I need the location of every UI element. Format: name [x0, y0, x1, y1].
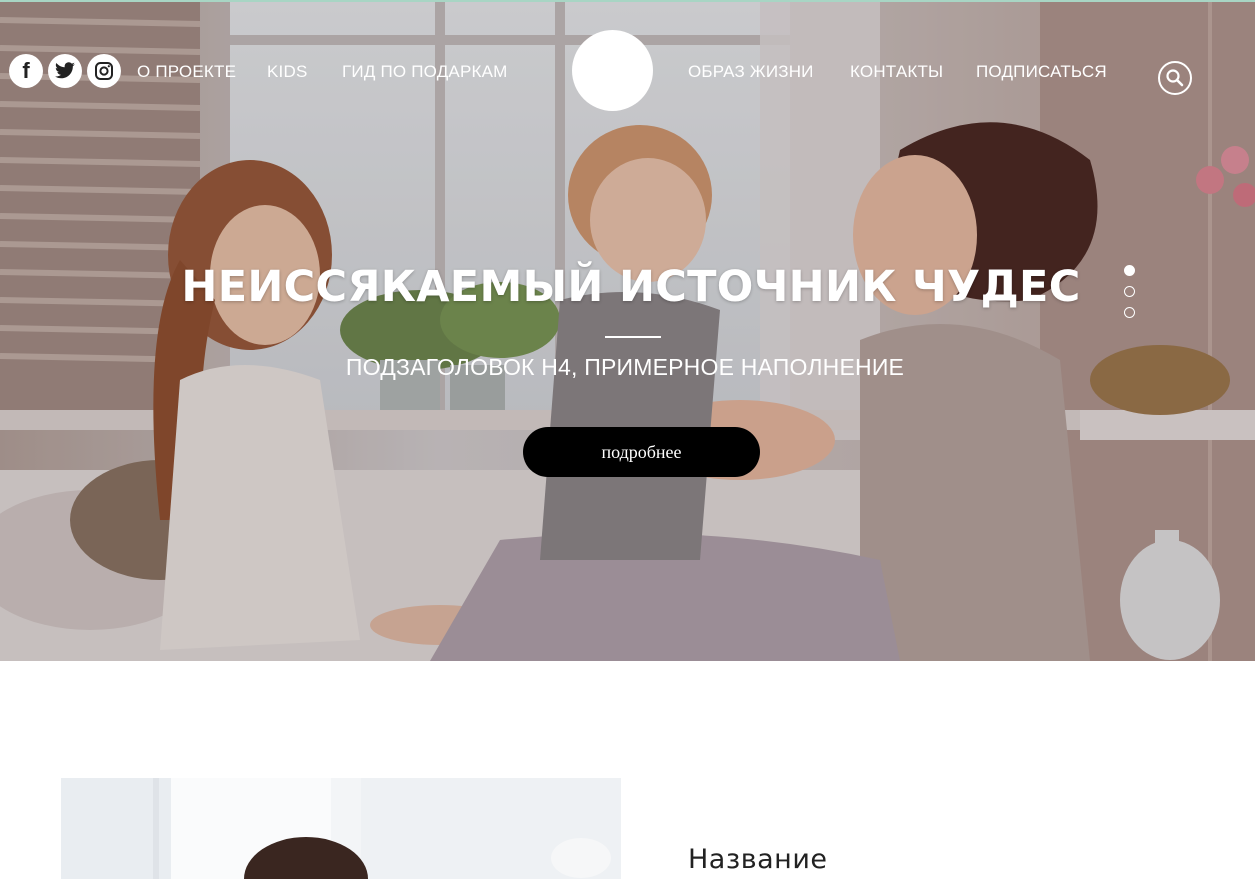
search-button[interactable]	[1158, 61, 1192, 95]
article-title: Название	[688, 844, 828, 875]
slider-dot-2[interactable]	[1124, 286, 1135, 297]
instagram-link[interactable]	[87, 54, 121, 88]
article-image	[61, 778, 621, 879]
slider-dot-3[interactable]	[1124, 307, 1135, 318]
facebook-link[interactable]: f	[9, 54, 43, 88]
nav-item-subscribe[interactable]: ПОДПИСАТЬСЯ	[976, 62, 1107, 82]
slider-dot-1[interactable]	[1124, 265, 1135, 276]
twitter-icon	[55, 62, 75, 79]
instagram-icon	[95, 62, 113, 80]
search-icon	[1166, 69, 1184, 87]
nav-item-about[interactable]: О ПРОЕКТЕ	[137, 62, 236, 82]
social-links: f	[9, 54, 121, 88]
nav-item-lifestyle[interactable]: ОБРАЗ ЖИЗНИ	[688, 62, 814, 82]
twitter-link[interactable]	[48, 54, 82, 88]
more-button[interactable]: подробнее	[523, 427, 760, 477]
slider-dots	[1124, 265, 1135, 318]
hero-title: НЕИССЯКАЕМЫЙ ИСТОЧНИК ЧУДЕС	[181, 262, 1081, 312]
top-accent-line	[0, 0, 1255, 2]
hero-subtitle: ПОДЗАГОЛОВОК H4, ПРИМЕРНОЕ НАПОЛНЕНИЕ	[345, 354, 905, 380]
nav-item-gift-guide[interactable]: ГИД ПО ПОДАРКАМ	[342, 62, 508, 82]
hero-slider: f О ПРОЕКТЕ KIDS ГИД ПО ПОДАРКАМ ОБРАЗ Ж…	[0, 0, 1255, 661]
hero-divider	[605, 336, 661, 338]
site-logo[interactable]	[572, 30, 653, 111]
nav-item-kids[interactable]: KIDS	[267, 62, 307, 82]
facebook-icon: f	[22, 58, 30, 83]
nav-item-contacts[interactable]: КОНТАКТЫ	[850, 62, 943, 82]
